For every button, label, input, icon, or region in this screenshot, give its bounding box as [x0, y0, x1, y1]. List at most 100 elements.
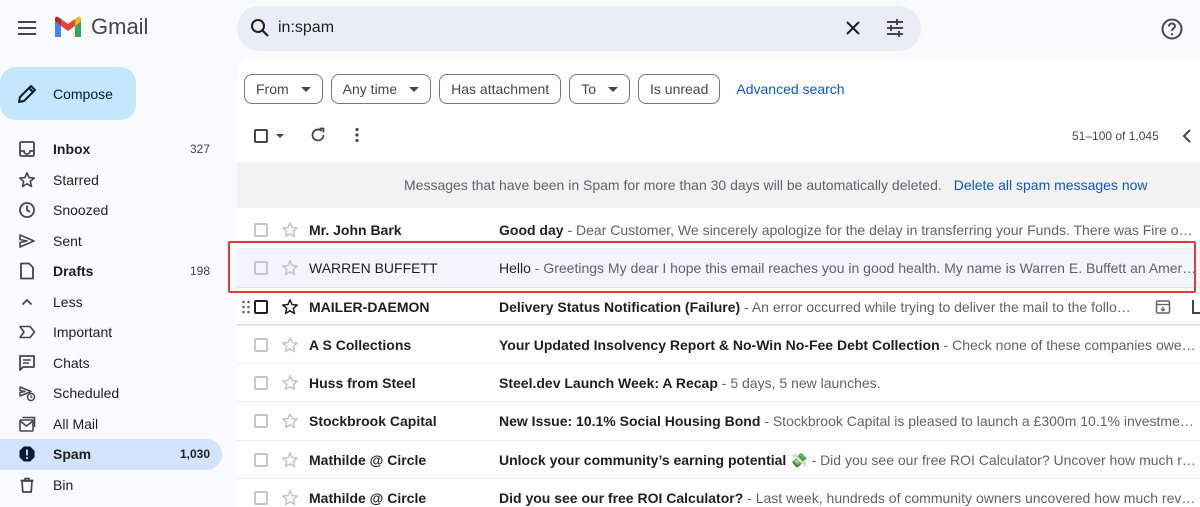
row-checkbox[interactable] — [254, 491, 268, 506]
sidebar-item-label: Inbox — [53, 141, 91, 158]
pencil-icon — [18, 84, 36, 103]
table-row[interactable]: WARREN BUFFETT Hello - Greetings My dear… — [237, 249, 1200, 288]
email-content: Steel.dev Launch Week: A Recap - 5 days,… — [499, 375, 1199, 391]
close-icon[interactable] — [842, 17, 864, 39]
sidebar-item-sent[interactable]: Sent — [0, 226, 222, 257]
table-row[interactable]: MAILER-DAEMON Delivery Status Notificati… — [237, 287, 1200, 326]
email-sender: Mathilde @ Circle — [309, 451, 427, 468]
sidebar-item-spam[interactable]: Spam 1,030 — [0, 439, 222, 470]
sidebar-item-important[interactable]: Important — [0, 317, 222, 348]
chip-label: Is unread — [650, 81, 709, 97]
star-icon[interactable] — [281, 489, 299, 507]
filter-chip-from[interactable]: From — [244, 74, 323, 104]
sidebar-item-drafts[interactable]: Drafts 198 — [0, 256, 222, 287]
more-vert-icon[interactable] — [348, 126, 366, 144]
gmail-logo[interactable]: Gmail — [53, 14, 148, 40]
sidebar-item-scheduled[interactable]: Scheduled — [0, 378, 222, 409]
chip-label: To — [581, 81, 596, 97]
email-content: Your Updated Insolvency Report & No-Win … — [499, 337, 1199, 353]
filter-chip-has-attachment[interactable]: Has attachment — [439, 74, 562, 104]
filter-chip-to[interactable]: To — [569, 74, 630, 104]
table-row[interactable]: Mathilde @ Circle Did you see our free R… — [237, 479, 1200, 507]
table-row[interactable]: Stockbrook Capital New Issue: 10.1% Soci… — [237, 402, 1200, 441]
drag-handle-icon[interactable] — [241, 299, 251, 315]
sidebar-item-bin[interactable]: Bin — [0, 470, 222, 501]
sidebar-item-all-mail[interactable]: All Mail — [0, 409, 222, 440]
sidebar-item-label: Bin — [53, 476, 74, 493]
sidebar-item-label: Sent — [53, 232, 82, 249]
row-checkbox[interactable] — [254, 414, 268, 429]
caret-down-icon — [300, 86, 311, 92]
report-icon — [19, 446, 35, 462]
email-sender: Stockbrook Capital — [309, 413, 437, 430]
sidebar-item-starred[interactable]: Starred — [0, 165, 222, 196]
email-sender: WARREN BUFFETT — [309, 260, 438, 277]
sidebar-item-less[interactable]: Less — [0, 287, 222, 318]
all-mail-icon — [19, 416, 36, 432]
table-row[interactable]: Mathilde @ Circle Unlock your community’… — [237, 440, 1200, 480]
pagination-range: 51–100 of 1,045 — [1072, 129, 1159, 143]
row-checkbox[interactable] — [254, 337, 268, 352]
row-checkbox[interactable] — [254, 223, 268, 237]
hamburger-menu-icon[interactable] — [14, 16, 40, 40]
email-subject: New Issue: 10.1% Social Housing Bond — [499, 413, 761, 430]
star-icon[interactable] — [281, 412, 299, 430]
search-input[interactable] — [278, 14, 818, 42]
email-snippet: - Last week, hundreds of community owner… — [747, 490, 1199, 507]
chevron-left-icon[interactable] — [1180, 128, 1194, 144]
compose-button[interactable]: Compose — [0, 67, 136, 120]
email-subject: Unlock your community’s earning potentia… — [499, 451, 808, 468]
star-icon[interactable] — [281, 451, 299, 469]
select-menu-caret-icon[interactable] — [276, 134, 284, 138]
select-all-checkbox[interactable] — [254, 129, 268, 143]
clock-icon — [19, 202, 35, 219]
sidebar-item-label: Drafts — [53, 263, 94, 280]
sidebar-item-snoozed[interactable]: Snoozed — [0, 195, 222, 226]
tune-icon[interactable] — [884, 17, 906, 39]
sidebar-item-label: Spam — [53, 446, 92, 463]
email-subject: Steel.dev Launch Week: A Recap — [499, 375, 718, 392]
star-icon[interactable] — [281, 259, 299, 277]
table-row[interactable]: Huss from Steel Steel.dev Launch Week: A… — [237, 364, 1200, 403]
help-icon[interactable] — [1160, 17, 1184, 41]
row-checkbox[interactable] — [254, 261, 268, 276]
email-content: Hello - Greetings My dear I hope this em… — [499, 260, 1199, 276]
row-checkbox[interactable] — [254, 299, 268, 314]
scheduled-send-icon — [19, 386, 36, 402]
table-row[interactable]: Mr. John Bark Good day - Dear Customer, … — [237, 211, 1200, 250]
star-icon[interactable] — [281, 374, 299, 392]
star-icon[interactable] — [281, 336, 299, 354]
table-row[interactable]: A S Collections Your Updated Insolvency … — [237, 325, 1200, 365]
star-icon[interactable] — [281, 221, 299, 239]
email-snippet: - Stockbrook Capital is pleased to launc… — [764, 413, 1199, 430]
sidebar-item-label: Scheduled — [53, 385, 120, 402]
sidebar-item-label: All Mail — [53, 415, 99, 432]
search-filter-chips: From Any time Has attachment To Is unrea… — [244, 74, 845, 104]
delete-all-spam-link[interactable]: Delete all spam messages now — [954, 177, 1148, 193]
sidebar-item-chats[interactable]: Chats — [0, 348, 222, 379]
gmail-logo-icon — [55, 16, 81, 37]
sidebar-item-label: Less — [53, 293, 83, 310]
row-checkbox[interactable] — [254, 452, 268, 467]
row-action-icon[interactable] — [1192, 299, 1200, 314]
search-bar[interactable] — [237, 6, 921, 51]
search-icon[interactable] — [249, 17, 271, 39]
advanced-search-link[interactable]: Advanced search — [736, 81, 844, 97]
email-content: Unlock your community’s earning potentia… — [499, 452, 1199, 469]
caret-down-icon — [608, 86, 618, 92]
caret-down-icon — [409, 86, 420, 92]
compose-label: Compose — [53, 85, 113, 102]
send-icon — [19, 233, 35, 248]
refresh-icon[interactable] — [309, 126, 327, 144]
inbox-icon — [19, 141, 35, 158]
filter-chip-is-unread[interactable]: Is unread — [638, 74, 721, 104]
row-checkbox[interactable] — [254, 376, 268, 391]
chip-label: Any time — [342, 81, 398, 97]
app-name: Gmail — [91, 14, 149, 39]
star-icon[interactable] — [281, 298, 299, 316]
sidebar-nav: Inbox 327 Starred Snoozed Sent Drafts 19… — [0, 134, 222, 500]
sidebar-item-inbox[interactable]: Inbox 327 — [0, 134, 222, 165]
list-toolbar: 51–100 of 1,045 — [237, 120, 1200, 152]
filter-chip-any-time[interactable]: Any time — [330, 74, 432, 104]
archive-icon[interactable] — [1155, 299, 1171, 315]
